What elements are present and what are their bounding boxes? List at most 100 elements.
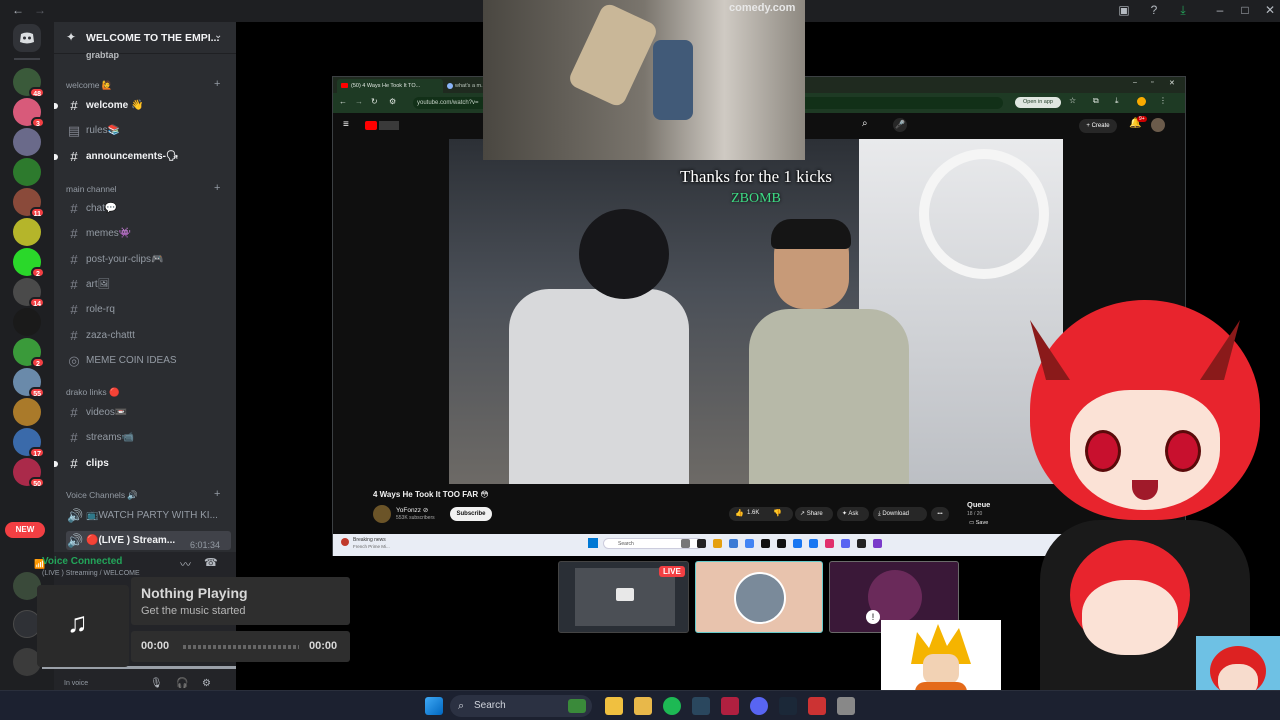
mini-app-icon[interactable]: [873, 539, 882, 548]
download-button[interactable]: ⤓ Download: [873, 507, 927, 521]
add-channel-icon[interactable]: +: [214, 182, 220, 194]
disconnect-icon[interactable]: ☎: [204, 556, 218, 569]
channel-item[interactable]: # streams📹: [66, 428, 231, 447]
dislike-icon[interactable]: 👎: [773, 509, 782, 517]
server-icon[interactable]: [13, 218, 41, 246]
channel-item[interactable]: # memes👾: [66, 224, 231, 243]
guild-header[interactable]: ✦ WELCOME TO THE EMPI... ⌄: [54, 22, 236, 54]
window-restore-icon[interactable]: ▫: [1151, 79, 1153, 86]
back-arrow-icon[interactable]: ←: [10, 3, 26, 17]
inbox-icon[interactable]: ▣: [1116, 3, 1132, 17]
mini-app-icon[interactable]: [681, 539, 690, 548]
channel-name[interactable]: YoFonzz ⊘: [396, 506, 428, 514]
server-icon[interactable]: 2: [13, 248, 45, 278]
taskbar-search-box[interactable]: ⌕ Search: [450, 695, 592, 717]
progress-track[interactable]: [183, 645, 299, 649]
subscribe-button[interactable]: Subscribe: [450, 507, 492, 521]
channel-item[interactable]: ▤ rules📚: [66, 121, 231, 140]
help-icon[interactable]: ?: [1146, 3, 1162, 17]
like-icon[interactable]: 👍: [735, 509, 744, 517]
app-icon[interactable]: [837, 697, 855, 715]
share-button[interactable]: ↗ Share: [795, 507, 833, 521]
mini-app-icon[interactable]: [729, 539, 738, 548]
new-unreads-pill[interactable]: NEW: [5, 522, 45, 538]
back-icon[interactable]: ←: [339, 97, 347, 106]
headphones-icon[interactable]: 🎧: [176, 678, 188, 689]
channel-item[interactable]: 🔊 📺WATCH PARTY WITH KI...: [66, 506, 231, 525]
app-icon[interactable]: [721, 697, 739, 715]
close-icon[interactable]: ✕: [1262, 3, 1278, 17]
steam-icon[interactable]: [779, 697, 797, 715]
queue-title[interactable]: Queue: [967, 500, 990, 509]
mini-app-icon[interactable]: [809, 539, 818, 548]
category-voice-channels[interactable]: Voice Channels 🔊: [66, 490, 138, 501]
forward-arrow-icon[interactable]: →: [32, 3, 48, 17]
server-icon[interactable]: 3: [13, 98, 45, 128]
stream-tile-live[interactable]: LIVE: [558, 561, 689, 633]
channel-item[interactable]: # post-your-clips🎮: [66, 250, 231, 269]
profile-avatar[interactable]: [1137, 97, 1146, 106]
spotify-icon[interactable]: [663, 697, 681, 715]
channel-item[interactable]: # zaza-chattt: [66, 326, 231, 345]
window-minimize-icon[interactable]: –: [1133, 79, 1137, 86]
start-button-icon[interactable]: [588, 538, 598, 548]
server-icon[interactable]: [13, 158, 41, 186]
steam-icon[interactable]: [692, 697, 710, 715]
server-icon[interactable]: [13, 398, 41, 426]
bookmark-star-icon[interactable]: ☆: [1069, 96, 1076, 105]
server-icon[interactable]: 48: [13, 68, 45, 98]
downloads-icon[interactable]: ⤓: [1115, 96, 1119, 106]
browser-tab-youtube[interactable]: (50) 4 Ways He Took It TO...: [337, 79, 443, 93]
channel-item[interactable]: # welcome 👋: [54, 96, 231, 115]
mini-app-icon[interactable]: [761, 539, 770, 548]
add-channel-icon[interactable]: +: [214, 488, 220, 500]
channel-item[interactable]: # chat💬: [66, 199, 231, 218]
news-title[interactable]: Breaking news: [353, 537, 386, 543]
channel-item[interactable]: ◎ MEME COIN IDEAS: [66, 351, 231, 370]
forward-icon[interactable]: →: [355, 97, 363, 106]
folder-icon[interactable]: [634, 697, 652, 715]
server-icon[interactable]: 50: [13, 458, 45, 488]
channel-item[interactable]: # announcements-🗣: [54, 147, 231, 166]
more-actions-button[interactable]: •••: [931, 507, 949, 521]
window-close-icon[interactable]: ✕: [1169, 79, 1175, 87]
channel-item[interactable]: # role-rq: [66, 300, 231, 319]
server-icon[interactable]: 14: [13, 278, 45, 308]
server-icon[interactable]: [13, 128, 41, 156]
mini-app-icon[interactable]: [713, 539, 722, 548]
file-explorer-icon[interactable]: [605, 697, 623, 715]
like-count[interactable]: 1.6K: [747, 510, 759, 516]
create-button[interactable]: + Create: [1079, 119, 1117, 133]
maximize-icon[interactable]: □: [1237, 3, 1253, 17]
mini-app-icon[interactable]: [841, 539, 850, 548]
voice-channel-sublabel[interactable]: (LIVE ) Streaming / WELCOME: [42, 570, 140, 577]
mini-app-icon[interactable]: [825, 539, 834, 548]
discord-home-button[interactable]: [13, 24, 41, 52]
add-channel-icon[interactable]: +: [214, 78, 220, 90]
voice-search-icon[interactable]: 🎤: [893, 118, 907, 132]
mini-app-icon[interactable]: [857, 539, 866, 548]
settings-gear-icon[interactable]: ⚙: [202, 678, 211, 689]
extensions-icon[interactable]: ⧉: [1093, 96, 1099, 106]
noise-suppression-icon[interactable]: 〰: [180, 556, 191, 572]
site-info-icon[interactable]: ⚙: [389, 97, 396, 106]
mini-app-icon[interactable]: [793, 539, 802, 548]
account-avatar[interactable]: [1151, 118, 1165, 132]
channel-item[interactable]: # art🖼: [66, 275, 231, 294]
server-icon[interactable]: 17: [13, 428, 45, 458]
reload-icon[interactable]: ↻: [371, 97, 378, 106]
app-icon[interactable]: [808, 697, 826, 715]
server-icon[interactable]: 55: [13, 368, 45, 398]
save-queue-button[interactable]: ▭ Save: [969, 520, 988, 526]
search-icon[interactable]: ⌕: [862, 118, 868, 129]
category-drako-links[interactable]: drako links 🔴: [66, 387, 120, 398]
server-icon[interactable]: 11: [13, 188, 45, 218]
hamburger-menu-icon[interactable]: ≡: [343, 119, 349, 130]
mini-app-icon[interactable]: [745, 539, 754, 548]
youtube-logo-icon[interactable]: [365, 121, 377, 130]
ask-button[interactable]: ✦ Ask: [837, 507, 869, 521]
category-welcome[interactable]: welcome 🙋: [66, 80, 112, 91]
news-widget-icon[interactable]: [341, 538, 349, 546]
open-in-app-button[interactable]: Open in app: [1015, 97, 1061, 108]
category-main-channel[interactable]: main channel: [66, 184, 117, 194]
